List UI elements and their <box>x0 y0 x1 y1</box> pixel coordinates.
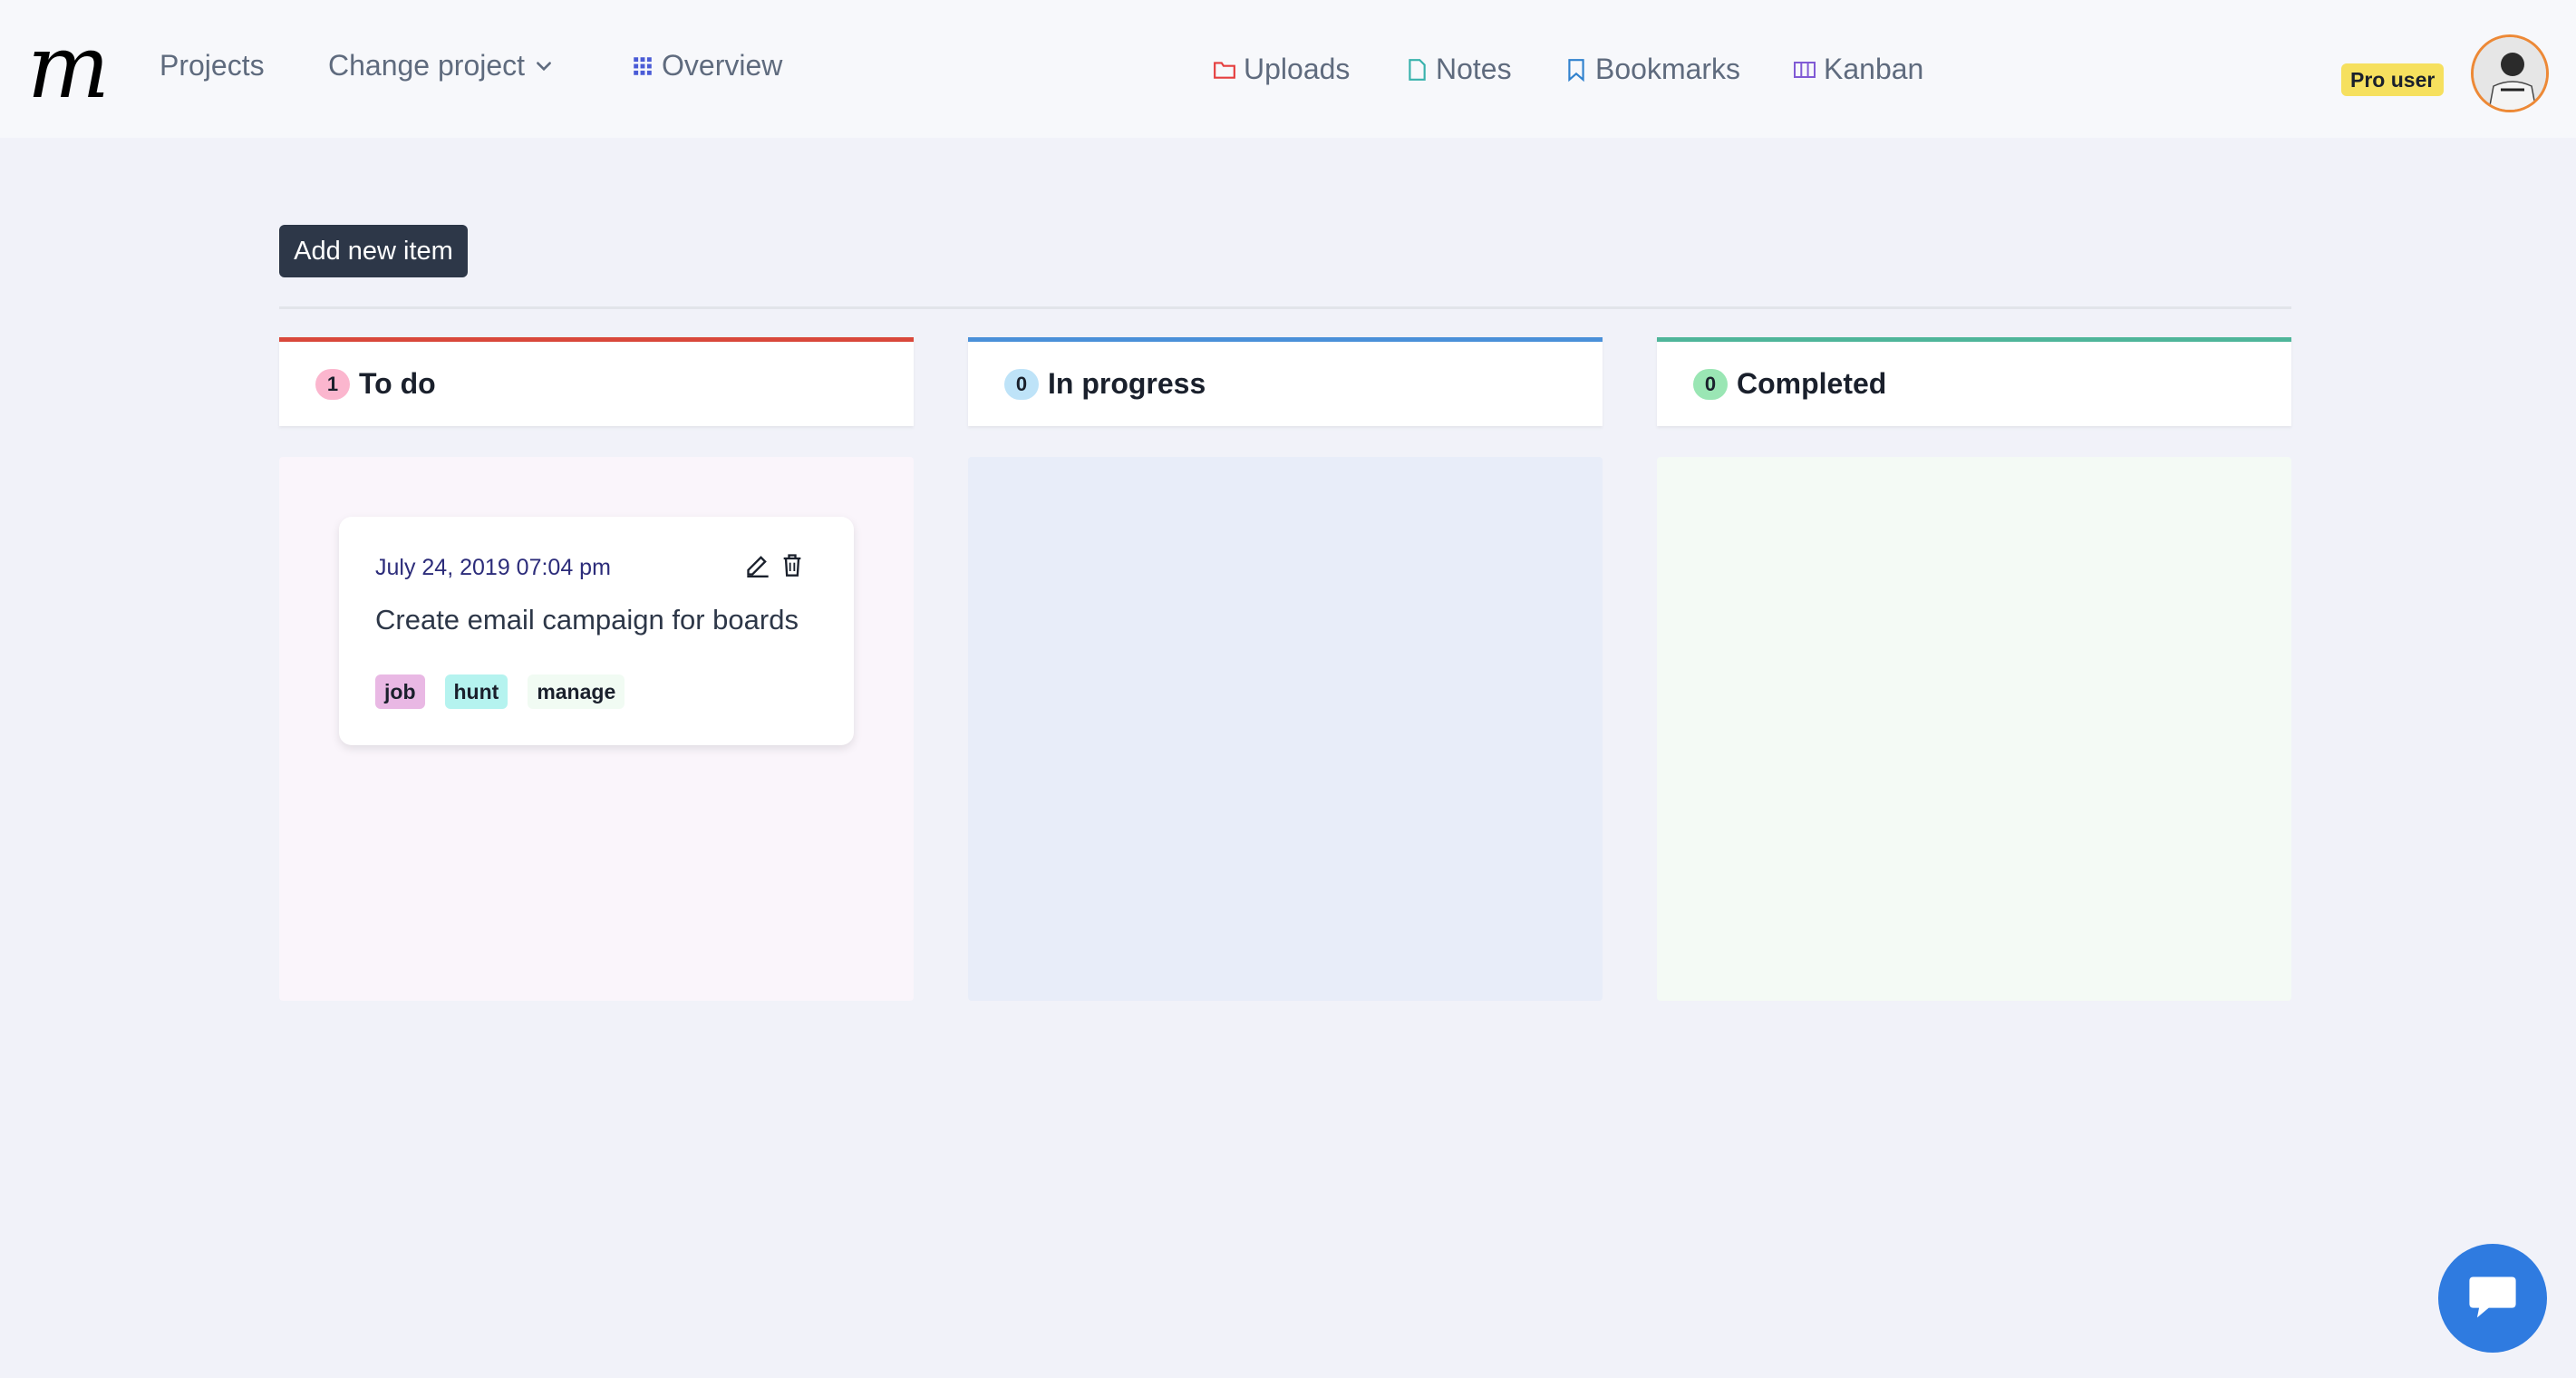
bookmarks-label: Bookmarks <box>1595 53 1741 85</box>
folder-icon <box>1214 61 1235 79</box>
uploads-link[interactable]: Uploads <box>1213 53 1350 86</box>
tag-manage[interactable]: manage <box>528 674 625 709</box>
change-project-dropdown[interactable]: Change project <box>328 49 554 82</box>
chevron-down-icon <box>537 61 551 71</box>
column-title: Completed <box>1737 367 1887 400</box>
pro-user-badge: Pro user <box>2341 63 2445 96</box>
column-dropzone-in-progress[interactable] <box>968 457 1603 1001</box>
kanban-icon <box>1794 61 1816 78</box>
tag-job[interactable]: job <box>375 674 425 709</box>
chat-button[interactable] <box>2438 1244 2547 1353</box>
notes-label: Notes <box>1436 53 1512 85</box>
bookmarks-link[interactable]: Bookmarks <box>1564 53 1740 86</box>
bookmark-icon <box>1568 58 1584 82</box>
divider <box>279 306 2291 309</box>
tag-hunt[interactable]: hunt <box>444 674 508 709</box>
column-header-completed: 0 Completed <box>1657 337 2291 426</box>
top-navigation-bar: m Projects Change project Overview Uploa… <box>0 0 2576 138</box>
column-title: To do <box>359 367 436 400</box>
card-tags: job hunt manage <box>375 674 625 709</box>
note-icon <box>1409 58 1426 81</box>
app-logo[interactable]: m <box>27 24 110 111</box>
add-new-item-button[interactable]: Add new item <box>279 225 468 277</box>
card-date: July 24, 2019 07:04 pm <box>375 555 611 580</box>
uploads-label: Uploads <box>1244 53 1351 85</box>
column-count-badge: 0 <box>1004 368 1039 400</box>
kanban-card[interactable]: July 24, 2019 07:04 pm Create email camp… <box>339 517 854 745</box>
grid-icon <box>634 56 652 75</box>
edit-icon[interactable] <box>745 551 770 578</box>
trash-icon[interactable] <box>780 551 805 578</box>
projects-link[interactable]: Projects <box>160 49 265 82</box>
kanban-link[interactable]: Kanban <box>1793 53 1923 86</box>
card-title: Create email campaign for boards <box>375 604 799 636</box>
kanban-label: Kanban <box>1824 53 1924 85</box>
avatar-image <box>2474 37 2546 110</box>
column-header-in-progress: 0 In progress <box>968 337 1603 426</box>
column-title: In progress <box>1048 367 1206 400</box>
column-header-todo: 1 To do <box>279 337 914 426</box>
column-count-badge: 1 <box>315 368 350 400</box>
column-dropzone-completed[interactable] <box>1657 457 2291 1001</box>
change-project-label: Change project <box>328 49 526 82</box>
overview-label: Overview <box>662 49 783 82</box>
user-avatar[interactable] <box>2471 34 2549 112</box>
projects-label: Projects <box>160 49 265 82</box>
overview-link[interactable]: Overview <box>633 49 782 82</box>
column-count-badge: 0 <box>1693 368 1728 400</box>
notes-link[interactable]: Notes <box>1405 53 1512 86</box>
chat-icon <box>2469 1276 2516 1318</box>
